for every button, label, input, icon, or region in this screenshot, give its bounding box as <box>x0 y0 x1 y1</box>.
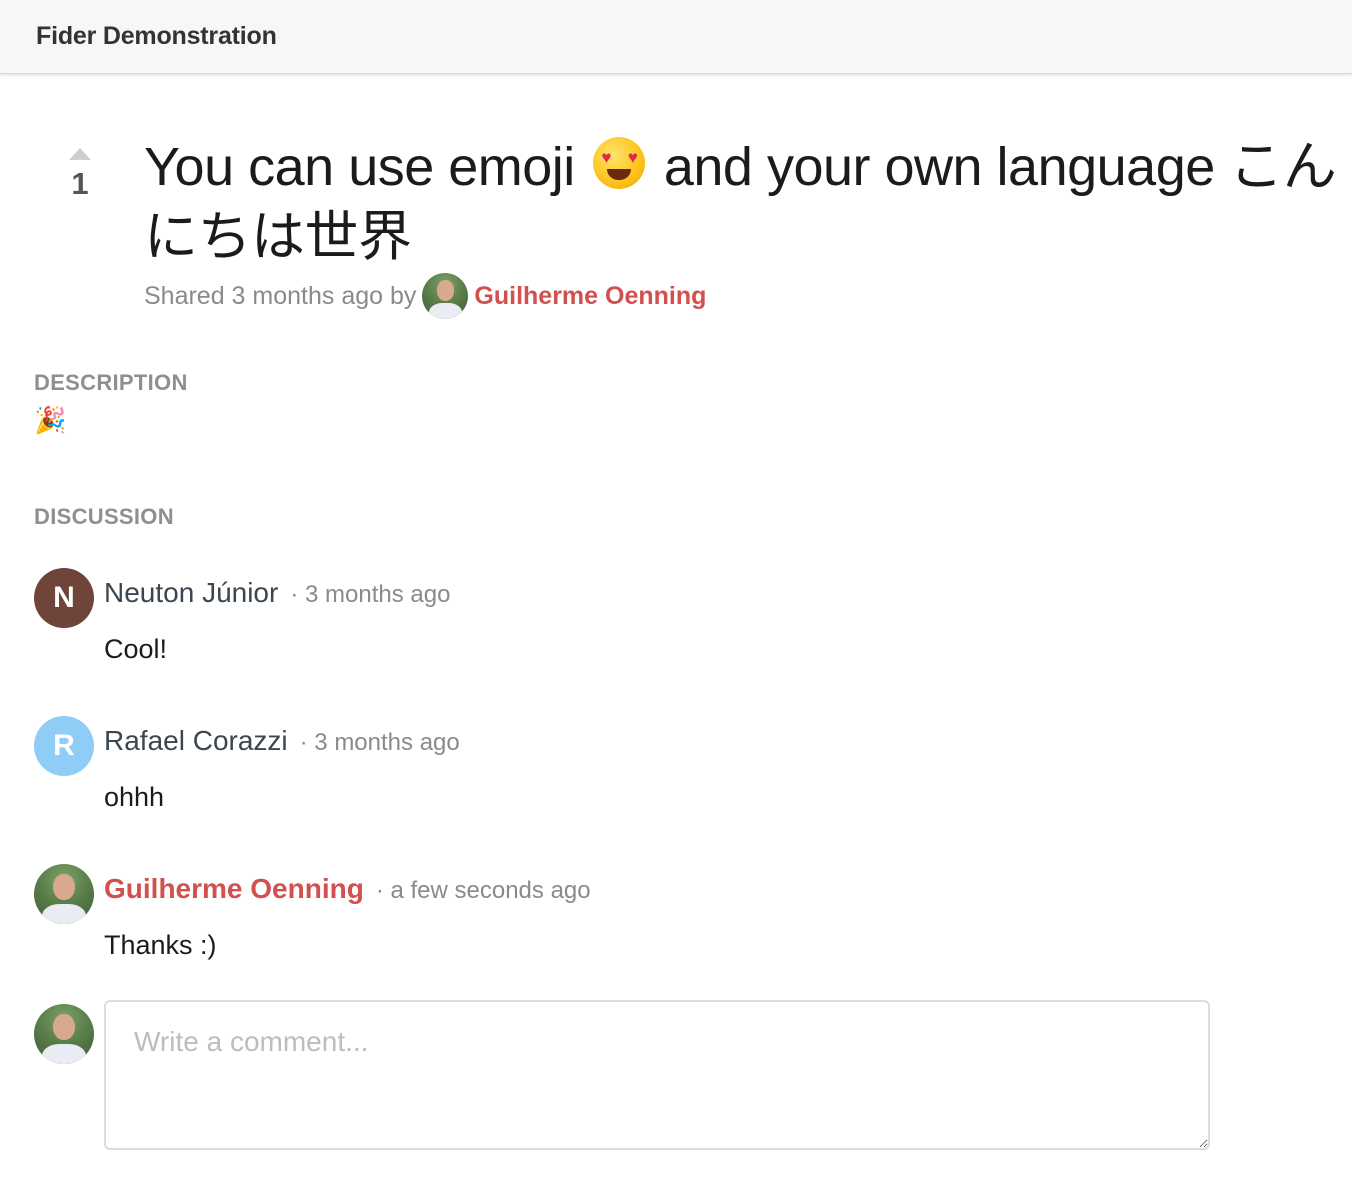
top-header: Fider Demonstration <box>0 0 1352 74</box>
comment-time: · 3 months ago <box>299 729 460 756</box>
heart-eyes-emoji-icon: ♥ ♥ <box>593 137 646 189</box>
comment-time: · a few seconds ago <box>375 877 591 904</box>
description-label: DESCRIPTION <box>34 370 188 395</box>
comment-text: Cool! <box>104 634 168 664</box>
shared-info: Shared 3 months ago by <box>144 281 417 310</box>
vote-widget[interactable]: 1 <box>66 148 94 202</box>
upvote-arrow-icon[interactable] <box>69 148 91 160</box>
comment-author: Rafael Corazzi <box>104 725 288 756</box>
vote-count: 1 <box>71 166 89 201</box>
comment-text: ohhh <box>104 782 165 812</box>
discussion-label: DISCUSSION <box>34 504 174 529</box>
avatar: R <box>34 716 94 776</box>
idea-title-part1: You can use emoji <box>144 137 575 197</box>
party-popper-icon: 🎉 <box>34 405 67 435</box>
comment-header: Neuton Júnior · 3 months ago <box>104 577 450 609</box>
comment-header: Guilherme Oenning · a few seconds ago <box>104 873 591 905</box>
comment-author: Guilherme Oenning <box>104 873 364 904</box>
comment-item: Guilherme Oenning · a few seconds ago Th… <box>34 864 1214 964</box>
idea-meta: Shared 3 months ago by Guilherme Oenning <box>144 273 706 319</box>
comment-input[interactable] <box>104 1000 1210 1150</box>
comment-item: N Neuton Júnior · 3 months ago Cool! <box>34 568 1214 668</box>
author-avatar <box>422 273 469 319</box>
current-user-avatar <box>34 1004 94 1064</box>
avatar <box>34 864 94 924</box>
avatar: N <box>34 568 94 628</box>
comment-text: Thanks :) <box>104 930 217 960</box>
comment-author: Neuton Júnior <box>104 577 279 608</box>
site-name[interactable]: Fider Demonstration <box>36 22 277 51</box>
comment-header: Rafael Corazzi · 3 months ago <box>104 725 460 757</box>
comment-item: R Rafael Corazzi · 3 months ago ohhh <box>34 716 1214 816</box>
comment-time: · 3 months ago <box>290 581 451 608</box>
idea-author-link[interactable]: Guilherme Oenning <box>474 282 706 311</box>
idea-title: You can use emoji ♥ ♥ and your own langua… <box>144 132 1344 272</box>
